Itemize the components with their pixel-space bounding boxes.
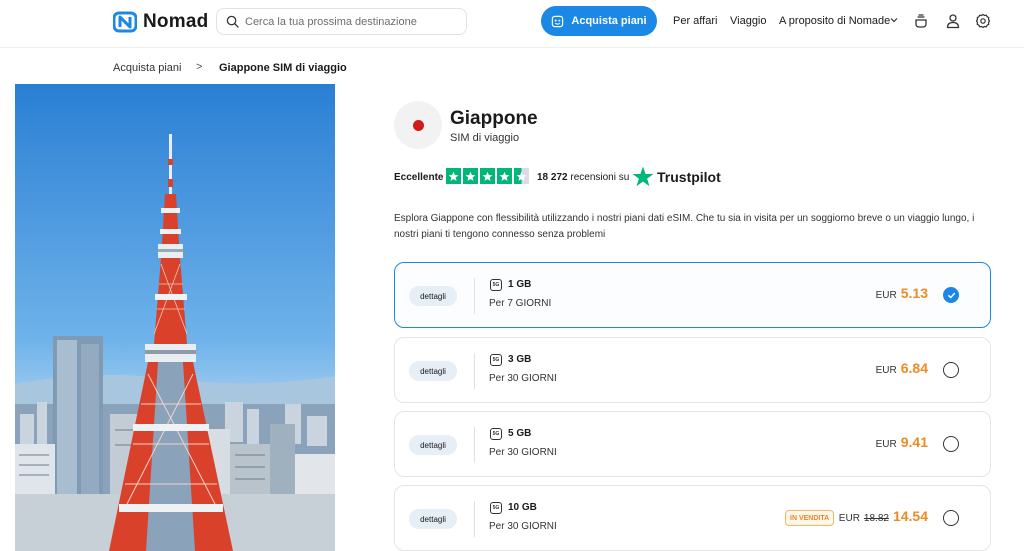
logo-text: Nomad xyxy=(143,11,209,32)
search-icon xyxy=(226,15,239,28)
details-button[interactable]: dettagli xyxy=(409,509,457,529)
review-count-suffix: recensioni su xyxy=(570,172,630,183)
old-price: 18.82 xyxy=(863,513,889,524)
plan-duration: Per 30 GIORNI xyxy=(489,447,557,458)
price-value: 5.13 xyxy=(900,285,928,301)
user-icon[interactable] xyxy=(945,13,961,29)
plan-data: 1 GB xyxy=(508,279,532,290)
search-input[interactable] xyxy=(245,15,455,28)
plan-duration: Per 30 GIORNI xyxy=(489,521,557,532)
star-icon xyxy=(446,168,461,184)
chevron-down-icon[interactable] xyxy=(889,15,899,25)
plan-radio[interactable] xyxy=(943,510,959,526)
plan-duration: Per 7 GIORNI xyxy=(489,298,552,309)
cup-icon[interactable] xyxy=(913,13,929,29)
nav-about[interactable]: A proposito di Nomade xyxy=(779,15,890,27)
nav-travel[interactable]: Viaggio xyxy=(730,15,767,27)
5g-icon: 5G xyxy=(490,502,502,514)
top-header: Nomad Acquista piani Per affari Viaggio … xyxy=(0,0,1024,48)
divider xyxy=(474,501,475,537)
plan-card-5gb[interactable]: dettagli 5G 5 GB Per 30 GIORNI EUR 9.41 xyxy=(394,411,991,477)
buy-plans-label: Acquista piani xyxy=(571,15,647,27)
currency: EUR xyxy=(838,513,860,524)
buy-plans-button[interactable]: Acquista piani xyxy=(541,6,657,36)
details-button[interactable]: dettagli xyxy=(409,361,457,381)
5g-icon: 5G xyxy=(490,428,502,440)
japan-flag xyxy=(394,101,442,149)
half-star-icon xyxy=(514,168,529,184)
trustpilot-logo[interactable]: Trustpilot xyxy=(632,166,721,187)
plan-card-1gb[interactable]: dettagli 5G 1 GB Per 7 GIORNI EUR 5.13 xyxy=(394,262,991,328)
check-icon xyxy=(947,292,955,298)
breadcrumb-current: Giappone SIM di viaggio xyxy=(219,62,347,74)
star-icon xyxy=(463,168,478,184)
breadcrumb-separator: > xyxy=(196,61,203,73)
plan-price: EUR 6.84 xyxy=(876,360,928,376)
country-title: Giappone xyxy=(450,108,538,129)
5g-icon: 5G xyxy=(490,279,502,291)
breadcrumb-home[interactable]: Acquista piani xyxy=(113,62,182,74)
plan-price: EUR 5.13 xyxy=(876,285,928,301)
currency: EUR xyxy=(875,365,897,376)
rating-label: Eccellente xyxy=(394,172,444,183)
search-box[interactable] xyxy=(216,8,467,35)
plan-radio[interactable] xyxy=(943,436,959,452)
gear-icon[interactable] xyxy=(975,13,991,29)
plan-data: 3 GB xyxy=(508,354,532,365)
plan-card-3gb[interactable]: dettagli 5G 3 GB Per 30 GIORNI EUR 6.84 xyxy=(394,337,991,403)
sale-badge: IN VENDITA xyxy=(785,510,835,526)
details-button[interactable]: dettagli xyxy=(409,286,457,306)
price-value: 6.84 xyxy=(900,360,928,376)
hero-image xyxy=(15,84,335,551)
plan-data: 5 GB xyxy=(508,428,532,439)
country-subtitle: SIM di viaggio xyxy=(450,132,520,144)
price-value: 14.54 xyxy=(892,508,928,524)
price-value: 9.41 xyxy=(900,434,928,450)
star-icon xyxy=(497,168,512,184)
details-button[interactable]: dettagli xyxy=(409,435,457,455)
plan-duration: Per 30 GIORNI xyxy=(489,373,557,384)
tokyo-tower-illustration xyxy=(15,84,335,551)
plan-radio-checked[interactable] xyxy=(943,287,959,303)
trustpilot-star-icon xyxy=(632,166,654,187)
divider xyxy=(474,278,475,314)
review-count-number: 18 272 xyxy=(537,172,568,183)
5g-icon: 5G xyxy=(490,354,502,366)
sim-card-icon xyxy=(552,15,564,27)
plan-price: EUR 9.41 xyxy=(876,434,928,450)
country-description: Esplora Giappone con flessibilità utiliz… xyxy=(394,213,975,240)
plan-radio[interactable] xyxy=(943,362,959,378)
flag-red-circle xyxy=(412,119,424,131)
divider xyxy=(474,427,475,463)
plan-data: 10 GB xyxy=(508,502,537,513)
trustpilot-stars xyxy=(446,168,529,184)
currency: EUR xyxy=(875,290,897,301)
review-count: 18 272 recensioni su xyxy=(537,172,629,183)
trustpilot-brand: Trustpilot xyxy=(657,168,721,185)
nav-business[interactable]: Per affari xyxy=(673,15,717,27)
nomad-logo-icon xyxy=(113,11,137,33)
plan-card-10gb[interactable]: dettagli 5G 10 GB Per 30 GIORNI IN VENDI… xyxy=(394,485,991,551)
plan-price: EUR 18.82 14.54 xyxy=(839,508,928,524)
currency: EUR xyxy=(875,439,897,450)
divider xyxy=(474,353,475,389)
star-icon xyxy=(480,168,495,184)
nomad-logo[interactable]: Nomad xyxy=(113,10,208,34)
